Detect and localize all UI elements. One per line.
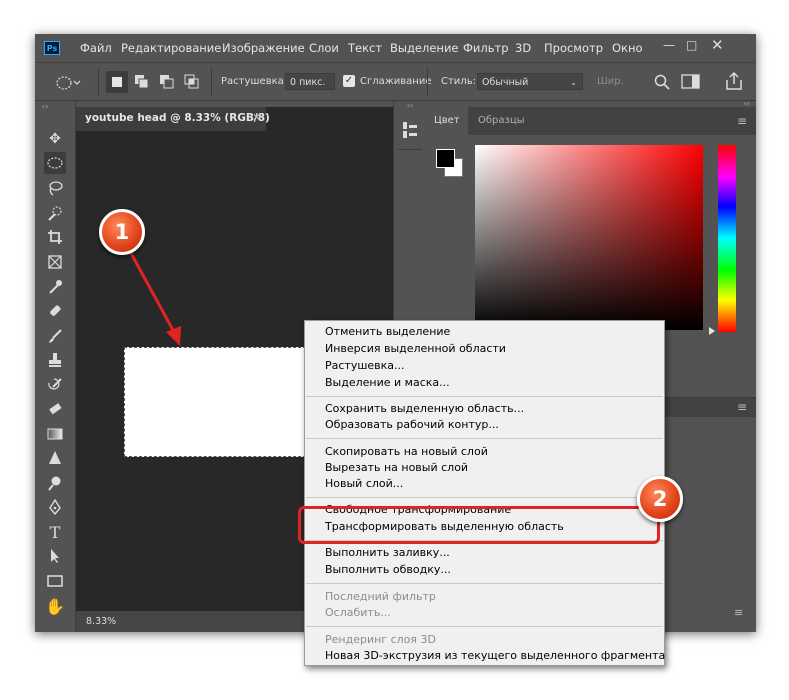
foreground-color-swatch[interactable] — [436, 149, 455, 168]
step-badge-2: 2 — [637, 476, 683, 522]
annotation-arrow — [124, 243, 181, 346]
step-badge-1: 1 — [99, 209, 145, 255]
